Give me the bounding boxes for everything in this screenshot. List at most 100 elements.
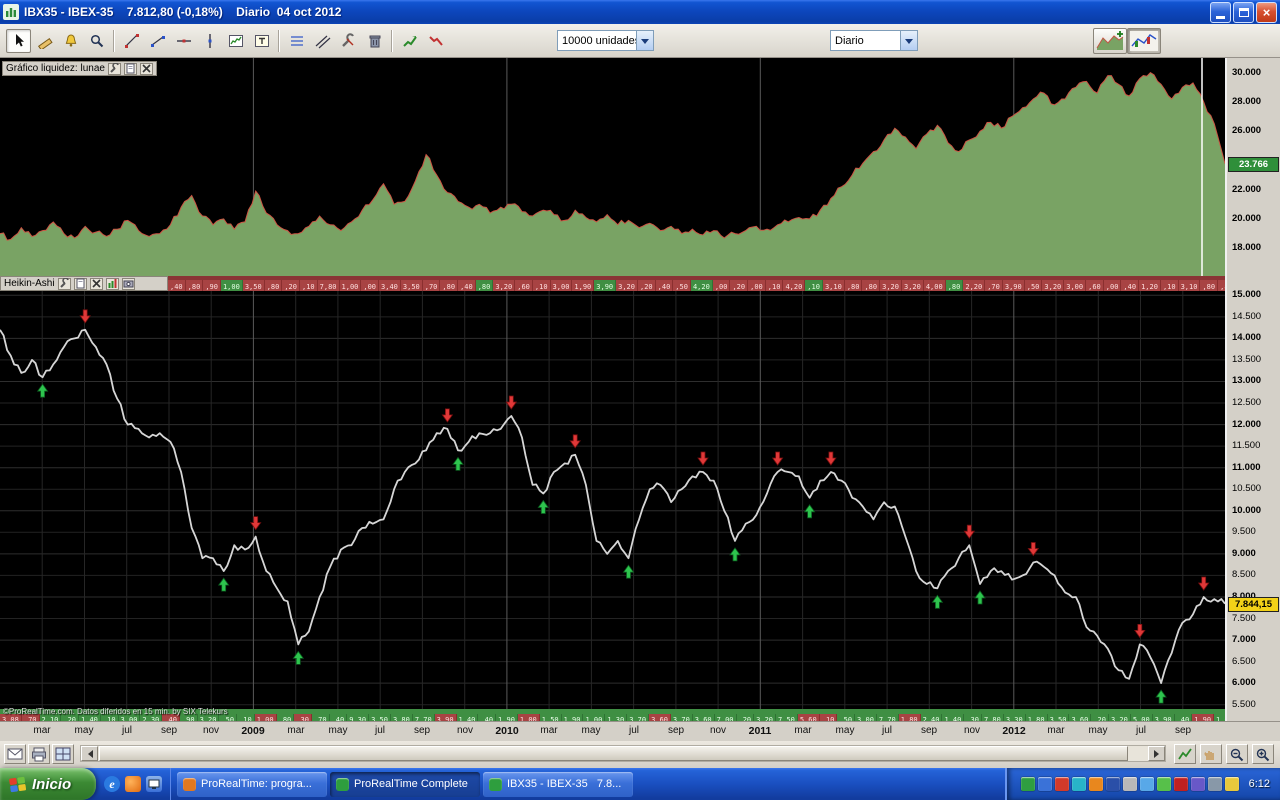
dropdown-arrow-icon[interactable] bbox=[900, 31, 917, 50]
select-tool[interactable] bbox=[6, 29, 31, 53]
bottom-toolbar bbox=[0, 741, 1280, 768]
x-axis-month-label: may bbox=[836, 725, 855, 736]
tray-icon-display[interactable] bbox=[1208, 777, 1222, 791]
tray-icon-messenger[interactable] bbox=[1072, 777, 1086, 791]
price-axis[interactable]: 30.00028.00026.00022.00020.00018.00015.0… bbox=[1225, 58, 1280, 721]
bar-change-value: 7,50 bbox=[776, 714, 798, 721]
bar-change-value: ,50 bbox=[673, 280, 691, 291]
channel-tool[interactable] bbox=[310, 29, 335, 53]
quick-launch-ie-icon[interactable]: e bbox=[104, 776, 120, 792]
quick-launch-firefox-icon[interactable] bbox=[125, 776, 141, 792]
add-indicator-button[interactable] bbox=[1093, 28, 1127, 54]
tray-icon-network[interactable] bbox=[1038, 777, 1052, 791]
tray-icon-updates[interactable] bbox=[1089, 777, 1103, 791]
close-button[interactable]: × bbox=[1256, 2, 1277, 23]
quick-launch-desktop-icon[interactable] bbox=[146, 776, 162, 792]
buy-signal-arrow bbox=[219, 578, 229, 591]
liquidity-close-button[interactable] bbox=[140, 63, 153, 75]
bar-change-value: ,20 bbox=[1091, 714, 1109, 721]
axis-tick-label: 26.000 bbox=[1232, 125, 1261, 136]
scroll-right-button[interactable] bbox=[1148, 746, 1165, 761]
liquidity-copy-button[interactable] bbox=[124, 63, 137, 75]
scrollbar-thumb[interactable] bbox=[99, 746, 1128, 761]
minimize-button[interactable] bbox=[1210, 2, 1231, 23]
pan-button[interactable] bbox=[1200, 744, 1222, 764]
x-axis-month-label: may bbox=[582, 725, 601, 736]
segment-tool[interactable] bbox=[145, 29, 170, 53]
horizontal-line-tool[interactable] bbox=[171, 29, 196, 53]
bar-change-value: ,90 bbox=[203, 280, 221, 291]
print-button[interactable] bbox=[28, 744, 50, 764]
bar-change-value: 3,50 bbox=[401, 280, 423, 291]
tray-icon-app[interactable] bbox=[1191, 777, 1205, 791]
axis-tick-label: 8.500 bbox=[1232, 569, 1256, 580]
ha-copy-button[interactable] bbox=[74, 278, 87, 290]
auto-scale-button[interactable] bbox=[1174, 744, 1196, 764]
tray-icon-volume[interactable] bbox=[1123, 777, 1137, 791]
taskbar-task-button[interactable]: ProRealTime Complete bbox=[330, 772, 480, 797]
units-dropdown[interactable]: 10000 unidades bbox=[557, 30, 654, 51]
bar-change-value: ,80 bbox=[265, 280, 283, 291]
ha-snapshot-button[interactable] bbox=[122, 278, 135, 290]
text-note-tool[interactable] bbox=[249, 29, 274, 53]
task-buttons: ProRealTime: progra... ProRealTime Comple… bbox=[177, 772, 1005, 797]
task-label: ProRealTime Complete bbox=[354, 778, 468, 790]
bar-change-value: 1,00 bbox=[583, 714, 605, 721]
liquidity-settings-button[interactable] bbox=[108, 63, 121, 75]
email-button[interactable] bbox=[4, 744, 26, 764]
taskbar-task-button[interactable]: IBX35 - IBEX-35 7.8... bbox=[483, 772, 633, 797]
x-axis-month-label: sep bbox=[161, 725, 177, 736]
measure-tool[interactable] bbox=[32, 29, 57, 53]
pattern-up-tool[interactable] bbox=[397, 29, 422, 53]
scroll-left-button[interactable] bbox=[81, 746, 98, 761]
tray-icon-battery[interactable] bbox=[1225, 777, 1239, 791]
bar-change-value: ,80 bbox=[1218, 280, 1225, 291]
zoom-tool[interactable] bbox=[84, 29, 109, 53]
close-icon bbox=[141, 63, 152, 74]
taskbar-task-button[interactable]: ProRealTime: progra... bbox=[177, 772, 327, 797]
alarm-tool[interactable] bbox=[58, 29, 83, 53]
horizontal-scrollbar[interactable] bbox=[80, 745, 1166, 762]
tray-icon-chart[interactable] bbox=[1021, 777, 1035, 791]
period-dropdown[interactable]: Diario bbox=[830, 30, 918, 51]
camera-icon bbox=[123, 278, 134, 289]
bar-change-value: 3,20 bbox=[902, 280, 924, 291]
bar-change-value: 1,90 bbox=[572, 280, 594, 291]
bar-change-value: ,70 bbox=[423, 280, 441, 291]
heikin-ashi-chart[interactable] bbox=[0, 291, 1225, 709]
bar-change-value: ,80 bbox=[440, 280, 458, 291]
delete-tool[interactable] bbox=[362, 29, 387, 53]
pattern-down-tool[interactable] bbox=[423, 29, 448, 53]
bar-change-value: ,00 bbox=[713, 280, 731, 291]
chart-mode-button[interactable] bbox=[1127, 28, 1161, 54]
ha-expand-button[interactable] bbox=[106, 278, 119, 290]
maximize-button[interactable] bbox=[1233, 2, 1254, 23]
bar-change-value: ,40 bbox=[1121, 280, 1139, 291]
chart-frame-tool[interactable] bbox=[223, 29, 248, 53]
tray-icon-alert[interactable] bbox=[1055, 777, 1069, 791]
settings-tool[interactable] bbox=[336, 29, 361, 53]
sell-signal-arrow bbox=[251, 517, 261, 530]
tray-icon-sync[interactable] bbox=[1157, 777, 1171, 791]
time-axis[interactable]: marmayjulsepnov2009marmayjulsepnov2010ma… bbox=[0, 721, 1280, 741]
scrollbar-track[interactable] bbox=[98, 746, 1148, 761]
bar-change-value: 5,00 bbox=[1131, 714, 1153, 721]
ha-settings-button[interactable] bbox=[58, 278, 71, 290]
watermark: ©ProRealTime.com. Datos diferidos en 15 … bbox=[3, 707, 228, 716]
channel-icon bbox=[315, 33, 331, 49]
crosshair-line-tool[interactable] bbox=[119, 29, 144, 53]
workspace-button[interactable] bbox=[52, 744, 74, 764]
bar-change-value: 3,20 bbox=[754, 714, 776, 721]
zoom-out-icon bbox=[1229, 747, 1245, 762]
tray-icon-security[interactable] bbox=[1174, 777, 1188, 791]
tray-icon-wireless[interactable] bbox=[1140, 777, 1154, 791]
zoom-out-button[interactable] bbox=[1226, 744, 1248, 764]
liquidity-chart[interactable] bbox=[0, 58, 1225, 276]
vertical-line-tool[interactable] bbox=[197, 29, 222, 53]
tray-icon-vpn[interactable] bbox=[1106, 777, 1120, 791]
ha-close-button[interactable] bbox=[90, 278, 103, 290]
dropdown-arrow-icon[interactable] bbox=[636, 31, 653, 50]
start-button[interactable]: Inicio bbox=[0, 768, 96, 800]
zoom-in-button[interactable] bbox=[1252, 744, 1274, 764]
fibonacci-tool[interactable] bbox=[284, 29, 309, 53]
